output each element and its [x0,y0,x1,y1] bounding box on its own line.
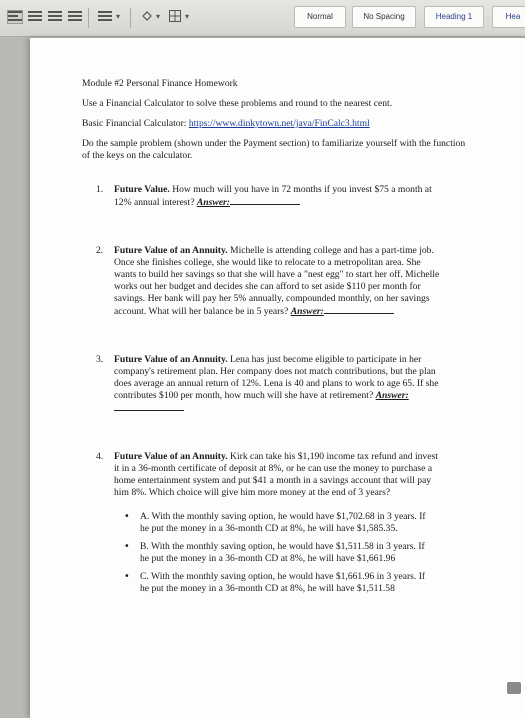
question-list: 1. Future Value. How much will you have … [82,184,472,595]
option-b[interactable]: • B. With the monthly saving option, he w… [114,541,430,565]
calculator-label: Basic Financial Calculator: [82,117,189,129]
answer-label: Answer: [375,389,409,401]
document-body[interactable]: Module #2 Personal Finance Homework Use … [82,78,472,601]
resize-corner-icon[interactable] [507,682,521,694]
line-spacing-chevron-icon[interactable]: ▾ [116,12,120,21]
formatting-ribbon: ▾ ▾ ▾ Normal No Spacing Heading 1 Hea [0,0,525,37]
borders-chevron-icon[interactable]: ▾ [185,12,189,21]
fill-bucket-icon[interactable] [140,9,154,25]
question-2: 2. Future Value of an Annuity. Michelle … [96,244,440,317]
borders-icon[interactable] [168,9,182,25]
instructions-text: Use a Financial Calculator to solve thes… [82,97,393,109]
align-center-icon[interactable] [28,11,42,23]
question-4: 4. Future Value of an Annuity. Kirk can … [82,451,440,595]
calculator-line: Basic Financial Calculator: https://www.… [82,118,472,130]
question-1: 1. Future Value. How much will you have … [96,183,432,208]
answer-label: Answer: [196,196,230,208]
style-heading-1[interactable]: Heading 1 [424,6,484,28]
answer-blank[interactable] [323,305,394,314]
shading-chevron-icon[interactable]: ▾ [156,12,160,21]
answer-blank[interactable] [229,196,300,205]
style-no-spacing[interactable]: No Spacing [352,6,416,28]
question-3: 3. Future Value of an Annuity. Lena has … [82,354,440,415]
justify-icon[interactable] [68,11,82,23]
style-normal[interactable]: Normal [294,6,346,28]
align-right-icon[interactable] [48,11,62,23]
align-left-icon[interactable] [7,10,23,24]
style-heading-2[interactable]: Hea [492,6,525,28]
line-spacing-icon[interactable] [98,11,112,23]
document-title: Module #2 Personal Finance Homework [82,78,238,89]
answer-blank[interactable] [114,402,184,411]
document-page[interactable]: Module #2 Personal Finance Homework Use … [30,38,525,718]
sample-note: Do the sample problem (shown under the P… [82,137,466,161]
calculator-link[interactable]: https://www.dinkytown.net/java/FinCalc3.… [189,118,370,129]
option-c[interactable]: • C. With the monthly saving option, he w… [114,571,430,595]
option-a[interactable]: • A. With the monthly saving option, he w… [114,511,430,535]
answer-options: • A. With the monthly saving option, he w… [114,511,440,595]
answer-label: Answer: [290,305,324,317]
